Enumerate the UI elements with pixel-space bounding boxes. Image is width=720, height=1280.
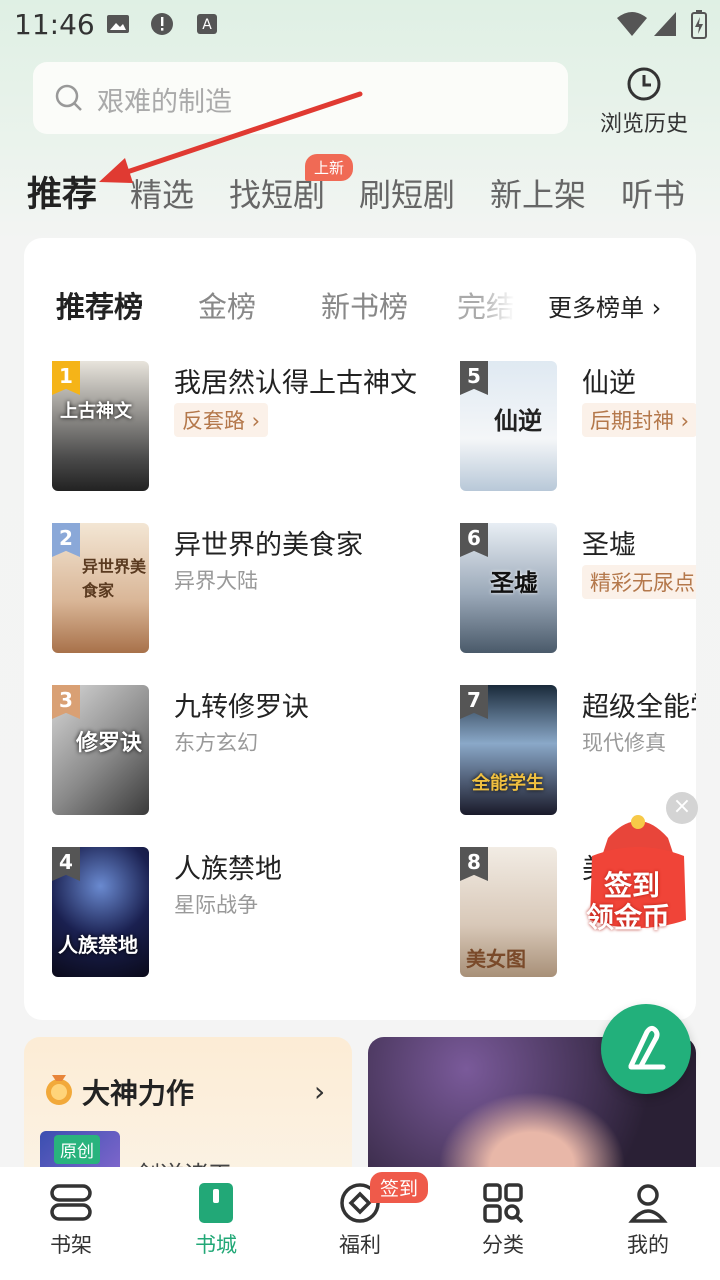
tab-audiobook[interactable]: 听书 xyxy=(621,170,685,216)
bottom-nav: 书架 书城 福利 分类 我的 xyxy=(0,1167,720,1280)
book-tag-label: 后期封神 xyxy=(590,409,674,433)
tab-watch-drama[interactable]: 刷短剧 xyxy=(359,170,455,216)
book-tag: 东方玄幻 xyxy=(174,731,258,755)
more-rankings-link[interactable]: 更多榜单 › xyxy=(542,288,662,323)
signal-icon xyxy=(654,12,676,36)
book-title: 九转修罗诀 xyxy=(174,692,309,723)
nav-bookstore[interactable]: 书城 xyxy=(166,1183,266,1259)
tab-recommend[interactable]: 推荐 xyxy=(27,166,97,217)
book-tag: 星际战争 xyxy=(174,893,258,917)
pen-icon xyxy=(628,1025,666,1070)
book-tag: 现代修真 xyxy=(582,731,666,755)
book-title: 异世界的美食家 xyxy=(174,530,363,561)
book-item[interactable]: 修罗诀 3 九转修罗诀 东方玄幻 xyxy=(52,685,412,817)
close-float-button[interactable]: × xyxy=(666,792,698,824)
book-tag: 异界大陆 xyxy=(174,569,258,593)
cover-text: 圣墟 xyxy=(490,569,538,597)
checkin-badge: 签到 xyxy=(370,1172,429,1203)
a-notification-icon: A xyxy=(197,14,217,34)
nav-label: 分类 xyxy=(482,1233,524,1257)
rank-tab-finished[interactable]: 完结 xyxy=(457,284,515,326)
cover-text: 修罗诀 xyxy=(76,731,143,756)
cover-text: 全能学生 xyxy=(472,773,544,794)
history-label: 浏览历史 xyxy=(599,112,688,137)
write-button[interactable] xyxy=(601,1004,691,1094)
nav-label: 福利 xyxy=(339,1233,381,1257)
alert-notification-icon xyxy=(151,13,173,35)
rank-tab-gold[interactable]: 金榜 xyxy=(198,284,256,326)
rank-tab-recommend[interactable]: 推荐榜 xyxy=(56,284,143,326)
rank-tab-new[interactable]: 新书榜 xyxy=(321,284,408,326)
bookstore-icon xyxy=(199,1183,233,1223)
book-title: 我居然认得上古神文 xyxy=(174,368,417,399)
book-item[interactable]: 人族禁地 4 人族禁地 星际战争 xyxy=(52,847,412,979)
cover-text: 人族禁地 xyxy=(58,933,138,957)
book-title: 人族禁地 xyxy=(174,854,282,885)
tab-new-arrivals[interactable]: 新上架 xyxy=(490,170,586,216)
original-badge: 原创 xyxy=(54,1135,100,1164)
svg-text:A: A xyxy=(202,17,212,33)
checkin-reward-float[interactable]: 签到 领金币 xyxy=(578,808,698,934)
book-item[interactable]: 异世界美食家 2 异世界的美食家 异界大陆 xyxy=(52,523,412,655)
search-icon xyxy=(55,84,82,111)
chevron-right-icon: › xyxy=(314,1075,326,1108)
cover-text: 仙逆 xyxy=(494,407,542,435)
book-tag-label: 反套路 xyxy=(182,409,245,433)
book-item[interactable]: 上古神文 1 我居然认得上古神文 反套路 › xyxy=(52,361,417,493)
book-item[interactable]: 全能学生 7 超级全能学 现代修真 xyxy=(460,685,696,817)
cover-text: 异世界美食家 xyxy=(82,557,147,600)
god-works-title: 大神力作 xyxy=(82,1077,195,1110)
book-item[interactable]: 仙逆 5 仙逆 后期封神 › xyxy=(460,361,696,493)
clock-icon xyxy=(627,67,661,101)
cover-text: 上古神文 xyxy=(60,401,132,422)
battery-icon xyxy=(691,10,707,39)
book-tag: 反套路 › xyxy=(174,403,269,437)
book-item[interactable]: 圣墟 6 圣墟 精彩无尿点 xyxy=(460,523,696,655)
status-time: 11:46 xyxy=(14,8,95,41)
nav-profile[interactable]: 我的 xyxy=(598,1183,698,1259)
checkin-label-2: 领金币 xyxy=(586,901,671,934)
nav-bookshelf[interactable]: 书架 xyxy=(21,1183,121,1259)
nav-label: 书架 xyxy=(50,1233,92,1257)
nav-label: 我的 xyxy=(627,1233,669,1257)
book-title: 圣墟 xyxy=(582,530,636,561)
wifi-icon xyxy=(617,12,647,36)
person-icon xyxy=(628,1184,668,1223)
nav-label: 书城 xyxy=(195,1233,237,1257)
category-icon xyxy=(483,1183,524,1223)
book-title: 仙逆 xyxy=(582,368,636,399)
status-bar: 11:46 A xyxy=(0,0,720,50)
image-notification-icon xyxy=(107,15,129,33)
book-title: 超级全能学 xyxy=(582,692,696,723)
nav-category[interactable]: 分类 xyxy=(453,1183,553,1259)
more-rankings-label: 更多榜单 xyxy=(548,294,644,322)
annotation-arrow xyxy=(99,91,363,183)
medal-icon xyxy=(46,1075,72,1105)
cover-text: 美女图 xyxy=(466,947,526,971)
book-tag: 精彩无尿点 xyxy=(582,565,696,599)
book-tag: 后期封神 › xyxy=(582,403,696,437)
history-button[interactable]: 浏览历史 xyxy=(598,66,690,138)
bookshelf-icon xyxy=(50,1184,92,1221)
